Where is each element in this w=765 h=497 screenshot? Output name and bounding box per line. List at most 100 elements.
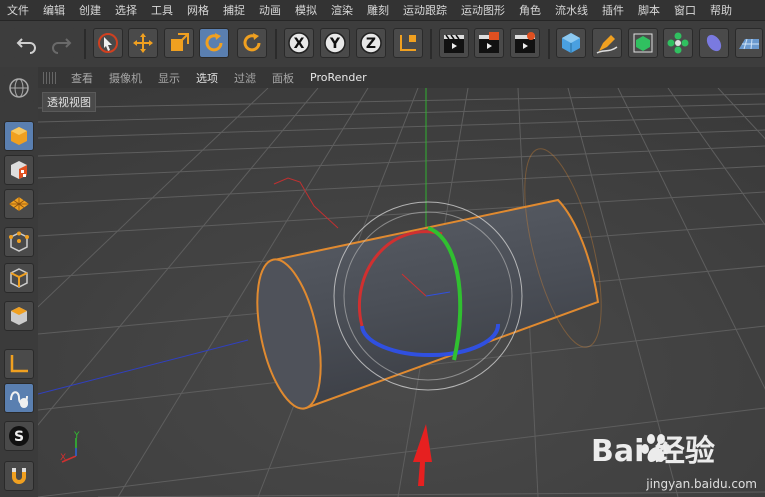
- axis-mode-button[interactable]: [4, 349, 34, 379]
- live-select-icon: [98, 33, 118, 53]
- workplane-button[interactable]: [4, 189, 34, 219]
- menu-create[interactable]: 创建: [72, 2, 108, 18]
- menu-snap[interactable]: 捕捉: [216, 2, 252, 18]
- floor-icon: [739, 38, 759, 50]
- texture-mode-icon: [11, 161, 27, 179]
- viewport-menu-filter[interactable]: 过滤: [226, 70, 264, 86]
- points-mode-icon: [9, 231, 29, 252]
- menu-select[interactable]: 选择: [108, 2, 144, 18]
- cube-object-button[interactable]: [556, 28, 586, 58]
- cube-icon: [562, 33, 580, 53]
- x-axis-letter: X: [294, 36, 305, 52]
- move-button[interactable]: [128, 28, 158, 58]
- tweak-mode-button[interactable]: [4, 383, 34, 413]
- y-axis-icon: Y: [324, 32, 346, 54]
- scale-button[interactable]: [164, 28, 194, 58]
- menu-edit[interactable]: 编辑: [36, 2, 72, 18]
- menu-pipeline[interactable]: 流水线: [548, 2, 595, 18]
- rotate-icon: [205, 33, 223, 52]
- coordinate-system-button[interactable]: [393, 28, 423, 58]
- pen-tool-button[interactable]: [592, 28, 622, 58]
- model-mode-button[interactable]: [4, 121, 34, 151]
- y-axis-lock-button[interactable]: Y: [320, 28, 350, 58]
- edges-mode-icon: [10, 268, 28, 288]
- deformer-button[interactable]: [699, 28, 729, 58]
- redo-icon: [52, 38, 72, 54]
- render-settings-button[interactable]: [510, 28, 540, 58]
- menu-render[interactable]: 渲染: [324, 2, 360, 18]
- toolbar-separator: [275, 29, 277, 59]
- baidu-jingyan-watermark: Bai 经验 jingyan.baidu.com: [587, 425, 757, 491]
- redo-button[interactable]: [46, 28, 76, 58]
- drag-grip-icon[interactable]: [43, 71, 57, 84]
- render-view-button[interactable]: [439, 28, 469, 58]
- menu-help[interactable]: 帮助: [703, 2, 739, 18]
- x-axis-lock-button[interactable]: X: [284, 28, 314, 58]
- z-axis-letter: Z: [366, 36, 376, 52]
- workplane-icon: [9, 197, 29, 211]
- menu-bar: 文件 编辑 创建 选择 工具 网格 捕捉 动画 模拟 渲染 雕刻 运动跟踪 运动…: [0, 0, 765, 21]
- menu-mesh[interactable]: 网格: [180, 2, 216, 18]
- viewport-menu-display[interactable]: 显示: [150, 70, 188, 86]
- menu-mograph[interactable]: 运动图形: [454, 2, 512, 18]
- cloner-button[interactable]: [663, 28, 693, 58]
- menu-animate[interactable]: 动画: [252, 2, 288, 18]
- polygons-mode-button[interactable]: [4, 301, 34, 331]
- render-settings-icon: [515, 32, 535, 53]
- polygons-mode-icon: [11, 307, 27, 325]
- solo-icon: S: [9, 426, 29, 446]
- menu-script[interactable]: 脚本: [631, 2, 667, 18]
- z-axis-icon: Z: [360, 32, 382, 54]
- viewport-menu-view[interactable]: 查看: [63, 70, 101, 86]
- menu-character[interactable]: 角色: [512, 2, 548, 18]
- snap-icon: [12, 468, 26, 484]
- menu-plugins[interactable]: 插件: [595, 2, 631, 18]
- viewport-menu-camera[interactable]: 摄像机: [101, 70, 150, 86]
- x-axis-icon: X: [288, 32, 310, 54]
- render-picture-viewer-button[interactable]: [474, 28, 504, 58]
- watermark-url: jingyan.baidu.com: [646, 477, 757, 491]
- menu-motion-tracker[interactable]: 运动跟踪: [396, 2, 454, 18]
- main-toolbar: X Y Z: [0, 21, 765, 68]
- tweak-mode-icon: [10, 391, 28, 408]
- undo-button[interactable]: [12, 28, 42, 58]
- mode-toolbar: S: [0, 67, 39, 497]
- deformer-icon: [706, 34, 722, 52]
- edges-mode-button[interactable]: [4, 263, 34, 293]
- viewport-menu-panel[interactable]: 面板: [264, 70, 302, 86]
- live-select-button[interactable]: [93, 28, 123, 58]
- render-view-icon: [444, 34, 464, 53]
- y-axis-letter: Y: [329, 36, 341, 52]
- z-axis-lock-button[interactable]: Z: [356, 28, 386, 58]
- menu-simulate[interactable]: 模拟: [288, 2, 324, 18]
- viewport-menu-prorender[interactable]: ProRender: [302, 71, 375, 84]
- menu-window[interactable]: 窗口: [667, 2, 703, 18]
- texture-mode-button[interactable]: [4, 155, 34, 185]
- rotate-alt-button[interactable]: [237, 28, 267, 58]
- undo-icon: [16, 38, 36, 54]
- render-picture-viewer-icon: [479, 32, 499, 53]
- subdivision-surface-button[interactable]: [628, 28, 658, 58]
- floor-button[interactable]: [735, 28, 763, 58]
- toolbar-separator: [548, 29, 550, 59]
- snap-button[interactable]: [4, 461, 34, 491]
- gizmo-y-label: Y: [73, 431, 80, 441]
- viewport-menu-bar: 查看 摄像机 显示 选项 过滤 面板 ProRender: [38, 67, 765, 89]
- menu-tools[interactable]: 工具: [144, 2, 180, 18]
- toolbar-separator: [84, 29, 86, 59]
- pen-icon: [596, 35, 618, 54]
- rotate-button[interactable]: [199, 28, 229, 58]
- subdivision-icon: [633, 33, 653, 53]
- solo-button[interactable]: S: [4, 421, 34, 451]
- menu-file[interactable]: 文件: [0, 2, 36, 18]
- points-mode-button[interactable]: [4, 227, 34, 257]
- scale-icon: [171, 33, 189, 51]
- globe-icon: [9, 78, 29, 98]
- rotate-alt-icon: [243, 33, 261, 52]
- svg-text:S: S: [14, 429, 24, 445]
- viewport-menu-options[interactable]: 选项: [188, 70, 226, 86]
- gizmo-x-label: X: [60, 453, 66, 463]
- menu-sculpt[interactable]: 雕刻: [360, 2, 396, 18]
- move-icon: [133, 33, 153, 53]
- workspace-globe-button[interactable]: [4, 73, 34, 103]
